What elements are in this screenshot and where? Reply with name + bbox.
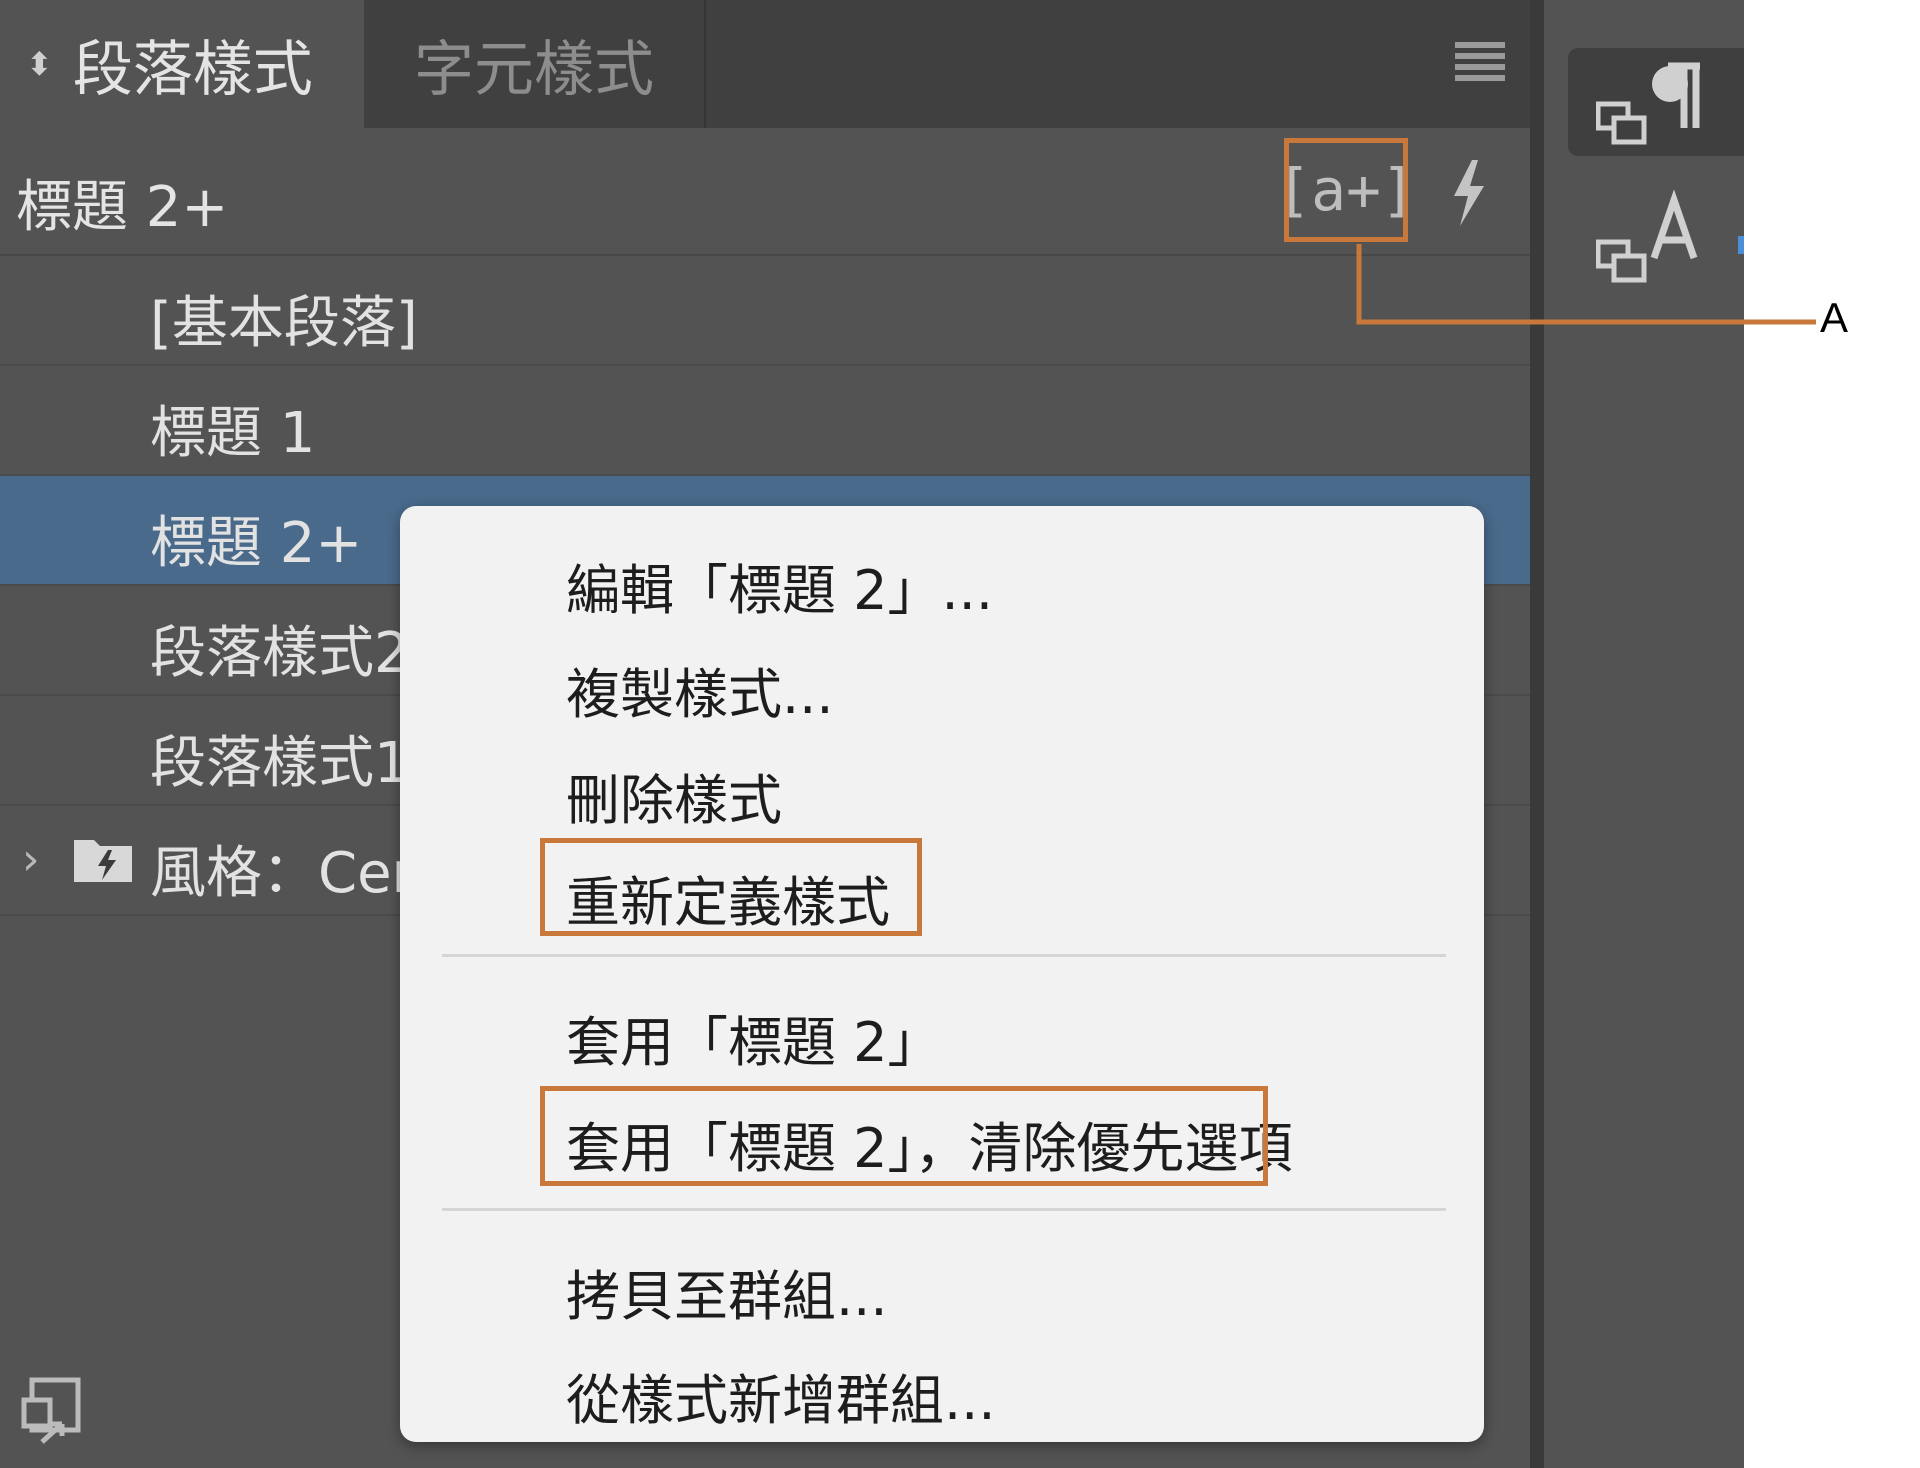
character-style-icon[interactable] — [1596, 190, 1716, 290]
panel-menu-icon[interactable] — [1455, 42, 1505, 82]
list-item[interactable]: 標題 1 — [0, 366, 1530, 476]
menu-item-edit[interactable]: 編輯「標題 2」... — [566, 546, 993, 625]
load-styles-icon[interactable] — [20, 1376, 84, 1444]
menu-item-delete[interactable]: 刪除樣式 — [566, 756, 782, 835]
current-style-label: 標題 2+ — [16, 175, 229, 240]
tab-character-styles[interactable]: 字元樣式 — [364, 0, 706, 128]
panel-tab-bar: ⬍ 段落樣式 字元樣式 — [0, 0, 1530, 128]
menu-item-copy-to-group[interactable]: 拷貝至群組... — [566, 1252, 888, 1331]
list-item[interactable]: [基本段落] — [0, 256, 1530, 366]
panel-divider — [1530, 0, 1544, 1468]
dock-indicator — [1738, 236, 1744, 254]
menu-separator — [442, 954, 1446, 957]
menu-item-apply[interactable]: 套用「標題 2」 — [566, 998, 942, 1077]
highlight-box — [540, 838, 922, 936]
chevron-right-icon[interactable]: › — [22, 834, 40, 885]
highlight-box — [540, 1086, 1268, 1186]
paragraph-style-icon — [1596, 62, 1700, 145]
menu-item-duplicate[interactable]: 複製樣式... — [566, 650, 834, 729]
callout-label: A — [1820, 294, 1849, 341]
quick-apply-icon[interactable] — [1446, 158, 1490, 228]
menu-separator — [442, 1208, 1446, 1211]
tab-paragraph-styles[interactable]: ⬍ 段落樣式 — [0, 0, 364, 128]
tab-label: 字元樣式 — [414, 34, 654, 105]
folder-icon — [74, 840, 132, 882]
collapse-arrows-icon[interactable]: ⬍ — [26, 45, 53, 83]
menu-item-new-group[interactable]: 從樣式新增群組... — [566, 1356, 996, 1435]
dock-paragraph-styles-button[interactable] — [1568, 48, 1744, 156]
new-style-button[interactable]: [a+] — [1276, 138, 1416, 242]
tab-label: 段落樣式 — [72, 34, 313, 105]
context-menu: 編輯「標題 2」... 複製樣式... 刪除樣式 重新定義樣式 套用「標題 2」… — [400, 506, 1484, 1442]
